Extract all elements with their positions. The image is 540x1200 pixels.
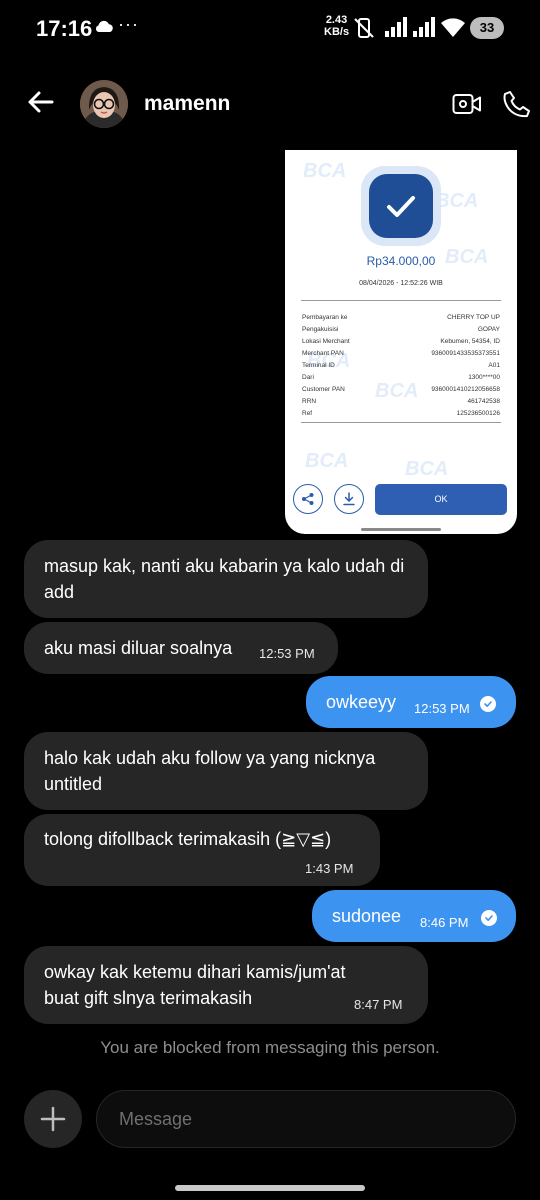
net-speed: 2.43 KB/s (324, 14, 349, 38)
read-receipt-icon (481, 910, 497, 926)
message-text: owkeeyy (326, 692, 397, 712)
receipt-watermark: BCA (405, 458, 449, 480)
signal-sim1-icon (385, 17, 407, 37)
receipt-row-label: Ref (302, 410, 313, 417)
wifi-icon (441, 18, 465, 37)
add-attachment-button[interactable] (24, 1090, 82, 1148)
message-text: aku masi diluar soalnya (44, 638, 233, 658)
receipt-row-label: Customer PAN (302, 386, 345, 393)
receipt-row: Customer PAN 9360001410212056658 (302, 384, 500, 396)
receipt-row-value: GOPAY (477, 326, 500, 333)
success-check-badge (361, 166, 441, 246)
receipt-row-value: 461742538 (467, 398, 500, 405)
receipt-details: Pembayaran ke CHERRY TOP UP Pengakuisisi G… (302, 312, 500, 420)
receipt-row: Lokasi Merchant Kebumen, 54354, ID (302, 336, 500, 348)
receipt-amount: Rp34.000,00 (366, 254, 436, 268)
message-timestamp: 12:53 PM (414, 701, 470, 716)
receipt-divider (301, 300, 501, 301)
message-incoming[interactable]: owkay kak ketemu dihari kamis/jum'at bua… (24, 946, 428, 1024)
receipt-row-value: 9360001410212056658 (431, 386, 500, 393)
status-bar: 17:16 ··· 2.43 KB/s 33 (0, 0, 540, 56)
receipt-row: Dari 1300****00 (302, 372, 500, 384)
receipt-datetime: 08/04/2026 - 12:52:26 WIB (359, 280, 443, 287)
battery-indicator: 33 (470, 17, 504, 39)
checkmark-icon (387, 196, 415, 217)
phone-call-icon[interactable] (502, 89, 532, 119)
message-incoming[interactable]: tolong difollback terimakasih (≧▽≦) 1:43… (24, 814, 380, 886)
message-timestamp: 1:43 PM (305, 861, 354, 876)
read-receipt-icon (480, 696, 496, 712)
message-outgoing[interactable]: sudonee 8:46 PM (312, 890, 516, 942)
receipt-row: Pembayaran ke CHERRY TOP UP (302, 312, 500, 324)
status-time: 17:16 (36, 16, 93, 41)
receipt-row-label: RRN (302, 398, 317, 405)
receipt-row-label: Pengakuisisi (302, 326, 339, 333)
receipt-row-label: Merchant PAN (302, 350, 344, 357)
message-text: owkay kak ketemu dihari kamis/jum'at bua… (44, 962, 346, 1008)
vibrate-off-icon (354, 18, 374, 38)
signal-sim2-icon (413, 17, 435, 37)
message-text: tolong difollback terimakasih (≧▽≦) (44, 829, 332, 849)
blocked-notice: You are blocked from messaging this pers… (100, 1038, 440, 1057)
receipt-row: Ref 125236500126 (302, 408, 500, 420)
receipt-share-button (293, 484, 323, 514)
receipt-ok-button: OK (375, 484, 507, 515)
message-timestamp: 8:46 PM (420, 915, 469, 930)
receipt-row-label: Dari (302, 374, 314, 381)
gesture-nav-bar[interactable] (175, 1185, 365, 1191)
avatar[interactable] (80, 80, 128, 128)
receipt-row-value: 1300****00 (468, 374, 500, 381)
message-incoming[interactable]: aku masi diluar soalnya 12:53 PM (24, 622, 338, 674)
payment-receipt-image[interactable]: BCA BCA BCA BCA BCA BCA BCA Rp34.000,00 … (285, 150, 517, 534)
receipt-home-indicator (361, 528, 441, 531)
message-outgoing[interactable]: owkeeyy 12:53 PM (306, 676, 516, 728)
receipt-row-value: 125236500126 (456, 410, 500, 417)
message-incoming[interactable]: halo kak udah aku follow ya yang nicknya… (24, 732, 428, 810)
message-timestamp: 12:53 PM (259, 646, 315, 661)
message-timestamp: 8:47 PM (354, 997, 403, 1012)
net-speed-unit: KB/s (324, 26, 350, 38)
chat-header: mamenn (0, 72, 540, 136)
receipt-watermark: BCA (305, 450, 349, 472)
receipt-watermark: BCA (303, 160, 347, 182)
receipt-row-label: Pembayaran ke (302, 314, 348, 321)
receipt-row-label: Terminal ID (302, 362, 335, 369)
message-text: halo kak udah aku follow ya yang nicknya… (44, 748, 376, 794)
receipt-row-value: Kebumen, 54354, ID (440, 338, 500, 345)
receipt-row-value: 9360091433535373551 (431, 350, 500, 357)
video-call-icon[interactable] (452, 92, 482, 116)
contact-name[interactable]: mamenn (144, 92, 230, 116)
message-text: sudonee (332, 906, 402, 926)
net-speed-value: 2.43 (325, 14, 348, 26)
receipt-watermark: BCA (435, 190, 479, 212)
receipt-download-button (334, 484, 364, 514)
plus-icon (40, 1106, 66, 1132)
message-text: masup kak, nanti aku kabarin ya kalo uda… (44, 556, 405, 602)
back-arrow-icon[interactable] (24, 86, 56, 118)
message-incoming[interactable]: masup kak, nanti aku kabarin ya kalo uda… (24, 540, 428, 618)
message-input[interactable] (96, 1090, 516, 1148)
receipt-row-label: Lokasi Merchant (302, 338, 350, 345)
receipt-divider (301, 422, 501, 423)
receipt-row: RRN 461742538 (302, 396, 500, 408)
more-notifications-icon: ··· (118, 14, 139, 34)
receipt-row-value: A01 (488, 362, 500, 369)
receipt-row: Merchant PAN 9360091433535373551 (302, 348, 500, 360)
receipt-row-value: CHERRY TOP UP (447, 314, 500, 321)
avatar-image (80, 80, 128, 128)
cloud-icon (95, 20, 113, 32)
receipt-row: Terminal ID A01 (302, 360, 500, 372)
share-icon (302, 493, 314, 505)
receipt-row: Pengakuisisi GOPAY (302, 324, 500, 336)
download-icon (343, 492, 355, 506)
